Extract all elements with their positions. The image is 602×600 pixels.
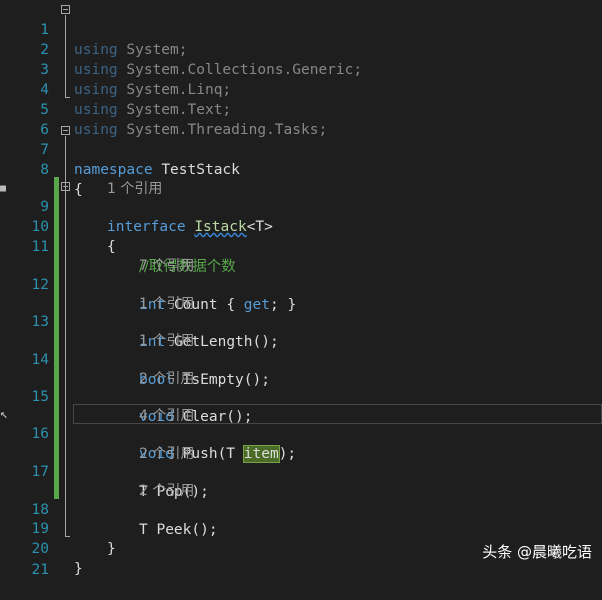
generic-param: <T> — [246, 219, 273, 235]
interface-name: Istack — [194, 219, 247, 235]
outline-guide — [65, 136, 66, 536]
namespace-ref: System; — [126, 42, 188, 58]
keyword: using — [74, 82, 118, 98]
codelens-row: 2 个引用 — [0, 349, 194, 387]
keyword: using — [74, 42, 118, 58]
reference-count-link[interactable]: 7 个引用 — [139, 256, 194, 276]
namespace-ref: System.Collections.Generic; — [126, 62, 363, 78]
reference-count-link[interactable]: 1 个引用 — [139, 294, 194, 314]
brace: } — [107, 541, 116, 557]
reference-count-link[interactable]: 2 个引用 — [139, 444, 194, 464]
code-line-5: 5 using System.Threading.Tasks; — [0, 80, 327, 138]
brace: } — [74, 561, 83, 577]
code-line-12: 12 int Count { get; } — [0, 255, 297, 313]
punctuation: ); — [278, 446, 297, 462]
collapse-namespace-icon[interactable] — [61, 126, 70, 135]
reference-count-link[interactable]: 4 个引用 — [139, 406, 194, 426]
code-line-10: 10 { — [0, 197, 116, 255]
codelens-row: 1 个引用 — [0, 159, 162, 197]
member-signature: T Peek(); — [139, 522, 218, 538]
codelens-row: 1 个引用 — [0, 311, 194, 349]
code-line-11: 11 //取得数据个数 — [0, 217, 236, 275]
codelens-row: 4 个引用 — [0, 386, 194, 424]
code-line-7: 7 namespace TestStack — [0, 120, 240, 178]
outline-guide-end — [65, 536, 70, 537]
collapse-interface-icon[interactable] — [61, 182, 70, 191]
outline-guide-end — [65, 97, 70, 98]
highlighted-identifier[interactable]: item — [242, 445, 280, 463]
collapse-using-icon[interactable] — [61, 5, 70, 14]
code-line-1: 1 using System; — [0, 0, 187, 58]
brace: { — [226, 297, 236, 313]
code-line-18: 18 T Peek(); — [0, 480, 218, 538]
code-line-6: 6 — [0, 100, 49, 138]
reference-count-link[interactable]: 1 个引用 — [139, 331, 194, 351]
member-signature: IsEmpty(); — [182, 372, 270, 388]
code-line-21: 21 — [0, 540, 49, 578]
reference-count-link[interactable]: 2 个引用 — [139, 481, 194, 501]
code-editor[interactable]: ■ ↖ 1 using System; 2 using System.Colle… — [0, 0, 602, 578]
codelens-row: 7 个引用 — [0, 236, 194, 274]
brace: { — [107, 239, 116, 255]
code-line-17: 17 T Pop(); — [0, 442, 209, 500]
code-line-20: 20 } — [0, 519, 83, 577]
keyword: namespace — [74, 162, 153, 178]
code-line-14: 14 bool IsEmpty(); — [0, 330, 270, 388]
code-line-13: 13 int GetLength(); — [0, 292, 279, 350]
code-line-9: 9 interface Istack<T> — [0, 177, 273, 235]
code-line-4: 4 using System.Text; — [0, 60, 231, 118]
reference-count-link[interactable]: 1 个引用 — [107, 179, 162, 199]
namespace-name: TestStack — [161, 162, 240, 178]
code-line-2: 2 using System.Collections.Generic; — [0, 20, 362, 78]
namespace-ref: System.Linq; — [126, 82, 232, 98]
namespace-ref: System.Text; — [126, 102, 232, 118]
change-indicator-bar — [54, 177, 59, 499]
brace: ; } — [270, 297, 297, 313]
keyword: interface — [107, 219, 186, 235]
line-number: 21 — [31, 562, 49, 578]
keyword: using — [74, 102, 118, 118]
watermark: 头条 @晨曦吃语 — [482, 543, 592, 561]
codelens-row: 2 个引用 — [0, 424, 194, 462]
keyword: using — [74, 62, 118, 78]
code-line-3: 3 using System.Linq; — [0, 40, 231, 98]
outline-guide — [65, 15, 66, 97]
namespace-ref: System.Threading.Tasks; — [126, 122, 328, 138]
codelens-row: 1 个引用 — [0, 274, 194, 312]
keyword: using — [74, 122, 118, 138]
code-line-19: 19 } — [0, 499, 116, 557]
keyword: get — [243, 297, 270, 313]
codelens-row: 2 个引用 — [0, 461, 194, 499]
brace: { — [74, 182, 83, 198]
code-line-15: 15 void Clear(); — [0, 367, 253, 425]
code-line-8: 8 { — [0, 140, 82, 198]
reference-count-link[interactable]: 2 个引用 — [139, 369, 194, 389]
code-line-16: 16 void Push(T item); — [0, 404, 296, 463]
